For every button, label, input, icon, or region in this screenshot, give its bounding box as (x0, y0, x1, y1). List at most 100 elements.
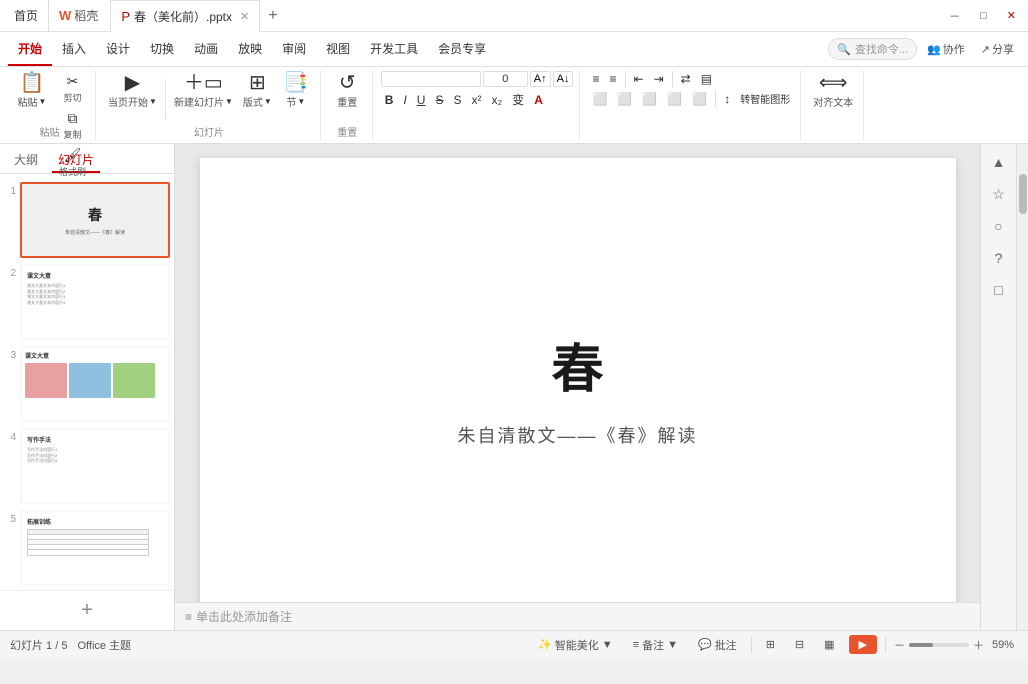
convert-smartart-btn[interactable]: 转智能图形 (736, 90, 794, 107)
file-tab[interactable]: P 春（美化前）.pptx ✕ (110, 0, 260, 32)
strikethrough-btn[interactable]: S (431, 92, 447, 108)
tab-dev[interactable]: 开发工具 (360, 32, 428, 66)
tab-animation[interactable]: 动画 (184, 32, 228, 66)
home-tab[interactable]: 首页 (4, 0, 49, 32)
tab-transition[interactable]: 切换 (140, 32, 184, 66)
minimize-btn[interactable]: － (941, 6, 968, 26)
tab-review[interactable]: 审阅 (272, 32, 316, 66)
italic-btn[interactable]: I (399, 92, 410, 108)
search-box[interactable]: 🔍 查找命令... (828, 38, 917, 60)
zoom-plus-btn[interactable]: ＋ (973, 637, 984, 653)
slide-thumb-1[interactable]: 春 朱自清散文——《春》解读 (20, 182, 170, 258)
justify-btn[interactable]: ⬜ (663, 91, 686, 107)
right-btn-2[interactable]: ☆ (985, 180, 1013, 208)
char-spacing-btn[interactable]: 变 (508, 90, 528, 109)
scroll-area[interactable] (1016, 144, 1028, 630)
smart-beauty-dropdown[interactable]: ▼ (602, 639, 613, 651)
align-group: ⟺ 对齐文本 (803, 71, 864, 141)
font-name-input[interactable] (381, 71, 481, 87)
layout-dropdown[interactable]: ▼ (264, 97, 272, 106)
shadow-btn[interactable]: S (449, 92, 465, 108)
bold-btn[interactable]: B (381, 92, 398, 108)
new-tab-btn[interactable]: + (260, 0, 285, 32)
superscript-btn[interactable]: x² (468, 92, 486, 108)
font-color-btn[interactable]: A (530, 92, 547, 108)
align-right-btn[interactable]: ⬜ (638, 91, 661, 107)
note-status-btn[interactable]: ≡ 备注 ▼ (627, 635, 684, 655)
section-dropdown[interactable]: ▼ (297, 97, 305, 106)
slide-item-4[interactable]: 4 写作手法 写作手法内容行1写作手法内容行2写作手法内容行3 (4, 428, 170, 504)
font-size-input[interactable] (483, 71, 528, 87)
indent-decrease-btn[interactable]: ⇤ (630, 71, 648, 87)
zoom-minus-btn[interactable]: － (894, 637, 905, 653)
section-btn[interactable]: 📑 节 ▼ (278, 71, 314, 111)
align-text-btn[interactable]: ⟺ 对齐文本 (809, 71, 857, 111)
tab-insert[interactable]: 插入 (52, 32, 96, 66)
layout-btn[interactable]: ⊞ 版式 ▼ (239, 71, 276, 111)
tab-slideshow[interactable]: 放映 (228, 32, 272, 66)
right-btn-5[interactable]: □ (985, 276, 1013, 304)
add-slide-btn[interactable]: + (71, 597, 103, 624)
align-justify-btn[interactable]: ⬜ (688, 91, 711, 107)
paste-dropdown[interactable]: ▼ (39, 97, 47, 106)
right-btn-1[interactable]: ▲ (985, 148, 1013, 176)
note-status-dropdown[interactable]: ▼ (667, 639, 678, 651)
cut-btn[interactable]: ✂ 剪切 (56, 71, 89, 106)
view-normal-btn[interactable]: ⊞ (760, 636, 781, 653)
play-slideshow-btn[interactable]: ▶ (849, 635, 877, 654)
slide-item-3[interactable]: 3 课文大意 (4, 346, 170, 422)
reset-btn[interactable]: ↺ 重置 (329, 71, 365, 111)
font-size-increase-btn[interactable]: A↑ (530, 71, 551, 87)
thumb3-img1 (25, 363, 67, 398)
maximize-btn[interactable]: □ (972, 8, 995, 24)
slide-main-subtitle: 朱自清散文——《春》解读 (458, 422, 698, 448)
right-btn-3[interactable]: ○ (985, 212, 1013, 240)
slide-thumb-3[interactable]: 课文大意 (20, 346, 170, 422)
slide-thumb-2[interactable]: 课文大意 课文大意文本内容行1课文大意文本内容行2课文大意文本内容行3课文大意文… (20, 264, 170, 340)
align-center-btn[interactable]: ⬜ (613, 91, 636, 107)
slide-canvas[interactable]: 春 朱自清散文——《春》解读 (200, 158, 956, 617)
underline-btn[interactable]: U (413, 92, 430, 108)
slide-item-1[interactable]: 1 春 朱自清散文——《春》解读 (4, 182, 170, 258)
close-tab-btn[interactable]: ✕ (240, 10, 249, 23)
tab-member[interactable]: 会员专享 (428, 32, 496, 66)
numbering-btn[interactable]: ≡ (605, 71, 620, 87)
slide-item-5[interactable]: 5 拓展训练 (4, 510, 170, 586)
font-size-decrease-btn[interactable]: A↓ (553, 71, 574, 87)
right-btn-4[interactable]: ? (985, 244, 1013, 272)
wps-tab[interactable]: W 稻壳 (49, 0, 108, 32)
tab-design[interactable]: 设计 (96, 32, 140, 66)
text-direction-btn[interactable]: ⇄ (677, 71, 695, 87)
start-btn[interactable]: ▶ 当页开始 ▼ (104, 71, 161, 111)
slide-thumb-4[interactable]: 写作手法 写作手法内容行1写作手法内容行2写作手法内容行3 (20, 428, 170, 504)
smart-beauty-btn[interactable]: ✨ 智能美化 ▼ (532, 635, 619, 655)
align-left-btn[interactable]: ⬜ (588, 91, 611, 107)
slide-thumb-5[interactable]: 拓展训练 (20, 510, 170, 586)
line-spacing-btn[interactable]: ↕ (720, 91, 734, 107)
bullets-btn[interactable]: ≡ (588, 71, 603, 87)
indent-increase-btn[interactable]: ⇥ (650, 71, 668, 87)
start-dropdown[interactable]: ▼ (149, 97, 157, 106)
share-btn[interactable]: ↗ 分享 (975, 39, 1020, 59)
add-slide-bar: + (0, 590, 174, 630)
note-placeholder[interactable]: 单击此处添加备注 (196, 608, 292, 625)
zoom-slider[interactable] (909, 643, 969, 647)
tab-view[interactable]: 视图 (316, 32, 360, 66)
scroll-thumb[interactable] (1019, 174, 1027, 214)
slide-item-2[interactable]: 2 课文大意 课文大意文本内容行1课文大意文本内容行2课文大意文本内容行3课文大… (4, 264, 170, 340)
collaborate-btn[interactable]: 👥 协作 (921, 39, 971, 59)
format-paint-btn[interactable]: 🖌 格式刷 (56, 145, 89, 180)
new-slide-dropdown[interactable]: ▼ (225, 97, 233, 106)
columns-btn[interactable]: ▤ (697, 71, 716, 87)
close-btn[interactable]: ✕ (999, 7, 1024, 24)
copy-btn[interactable]: ⧉ 复制 (56, 108, 89, 143)
review-status-btn[interactable]: 💬 批注 (692, 635, 743, 655)
cut-icon: ✂ (67, 73, 79, 90)
subscript-btn[interactable]: x₂ (488, 92, 507, 108)
main-area: 大纲 幻灯片 1 春 朱自清散文——《春》解读 2 课文大意 (0, 144, 1028, 630)
tab-start[interactable]: 开始 (8, 32, 52, 66)
new-slide-btn[interactable]: ＋▭ 新建幻灯片 ▼ (170, 71, 237, 111)
thumb2-content: 课文大意文本内容行1课文大意文本内容行2课文大意文本内容行3课文大意文本内容行4 (27, 283, 65, 305)
view-reading-btn[interactable]: ▦ (818, 636, 840, 653)
view-slide-sorter-btn[interactable]: ⊟ (789, 636, 810, 653)
